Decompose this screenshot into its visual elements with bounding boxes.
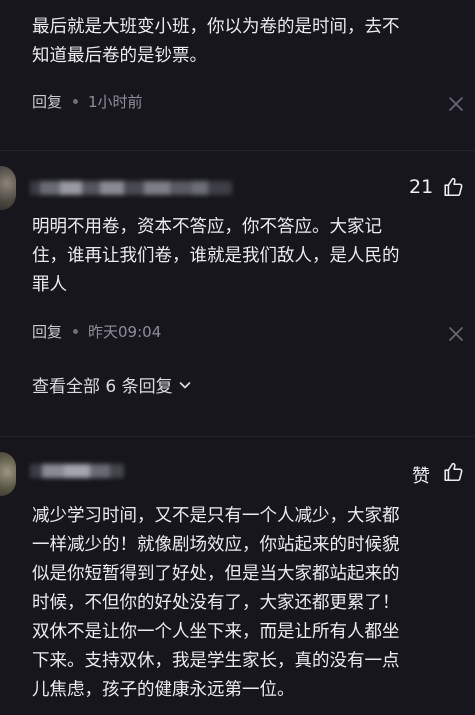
close-icon[interactable] (448, 326, 464, 342)
separator-dot (73, 98, 79, 104)
divider (0, 436, 475, 437)
close-icon[interactable] (448, 96, 464, 112)
username-blurred (30, 464, 124, 478)
chevron-down-icon (179, 381, 190, 388)
comment-text: 最后就是大班变小班，你以为卷的是时间，去不 知道最后卷的是钞票。 (32, 17, 400, 66)
like-count: 21 (409, 176, 434, 198)
divider (0, 150, 475, 151)
comment-meta: 回复 昨天09:04 (32, 319, 161, 343)
reply-button[interactable]: 回复 (32, 91, 62, 112)
avatar[interactable] (0, 166, 16, 210)
comment-timestamp: 1小时前 (88, 92, 143, 111)
like-label: 赞 (412, 466, 430, 487)
view-all-replies-button[interactable]: 查看全部 6 条回复 (32, 372, 192, 397)
thumbs-up-icon[interactable] (442, 176, 464, 198)
avatar[interactable] (0, 452, 16, 496)
comment-meta: 回复 1小时前 (32, 89, 143, 113)
comment-text: 明明不用卷，资本不答应，你不答应。大家记 住，谁再让我们卷，谁就是我们敌人，是人… (32, 217, 400, 295)
comment-timestamp: 昨天09:04 (88, 322, 162, 341)
reply-button[interactable]: 回复 (32, 321, 62, 342)
username-blurred (30, 181, 232, 195)
thumbs-up-icon[interactable] (442, 461, 464, 483)
comment-text: 减少学习时间，又不是只有一个人减少，大家都 一样减少的！就像剧场效应，你站起来的… (32, 506, 400, 700)
view-all-replies-label: 查看全部 6 条回复 (32, 377, 173, 397)
separator-dot (73, 328, 79, 334)
